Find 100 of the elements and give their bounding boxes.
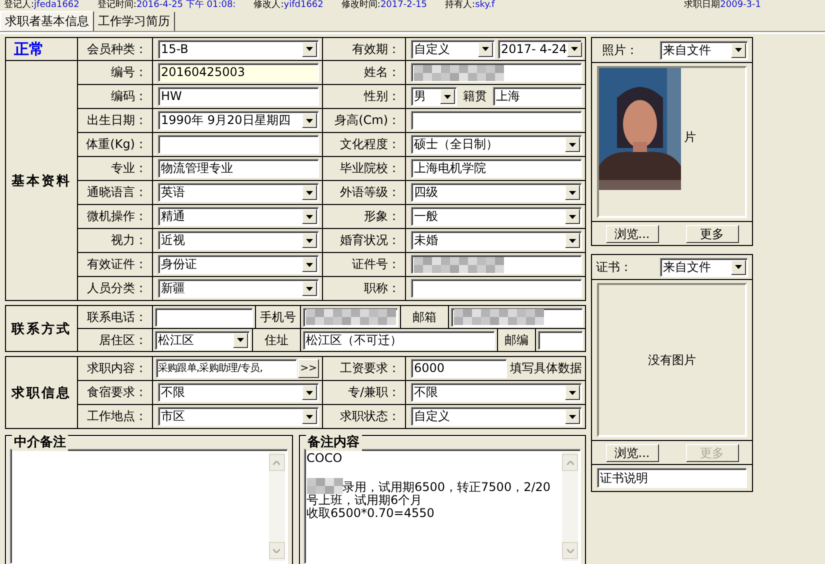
tab[interactable]: 求职者基本信息 xyxy=(0,11,94,31)
dropdown[interactable]: 松江区 xyxy=(155,330,250,350)
input-field[interactable] xyxy=(303,308,398,326)
image-button[interactable]: 更多 xyxy=(686,224,738,242)
dropdown[interactable]: 四级 xyxy=(411,183,582,202)
field-label: 联系电话： xyxy=(78,306,153,329)
image-button[interactable]: 浏览... xyxy=(606,444,658,462)
dropdown[interactable]: 不限 xyxy=(411,383,582,402)
input-field[interactable]: 上海电机学院 xyxy=(411,159,582,178)
dropdown[interactable]: 来自文件 xyxy=(660,258,748,276)
input-field[interactable] xyxy=(411,255,582,274)
field-label: 专/兼职： xyxy=(323,381,406,405)
caret-icon xyxy=(569,390,576,394)
dropdown[interactable]: 未婚 xyxy=(411,231,582,250)
dropdown[interactable]: 一般 xyxy=(411,207,582,226)
caret-icon xyxy=(306,414,313,418)
input-field[interactable] xyxy=(411,279,582,298)
field-label: 工资要求： xyxy=(323,357,406,381)
dropdown-button[interactable] xyxy=(565,385,580,400)
dropdown[interactable]: 近视 xyxy=(158,231,319,250)
field-label: 会员种类： xyxy=(78,38,153,61)
field-label: 证件号： xyxy=(323,253,406,277)
dropdown-button[interactable] xyxy=(565,137,580,152)
input-field[interactable] xyxy=(538,330,583,350)
dropdown-button[interactable] xyxy=(565,185,580,200)
field-label: 有效期： xyxy=(323,38,406,61)
dropdown-button[interactable] xyxy=(302,185,317,200)
group-title: 中介备注 xyxy=(12,433,68,451)
dropdown-button[interactable] xyxy=(302,409,317,424)
dropdown-button[interactable] xyxy=(565,409,580,424)
caret-icon xyxy=(569,142,576,146)
field-label: 毕业院校： xyxy=(323,157,406,181)
info-value: 2017-2-15 xyxy=(380,0,428,10)
dropdown[interactable]: 不限 xyxy=(158,383,319,402)
dropdown[interactable]: 男 xyxy=(411,87,457,106)
field-label: 性别： xyxy=(323,85,406,109)
dropdown-button[interactable] xyxy=(302,113,317,128)
section-title: 求职信息 xyxy=(6,357,78,429)
field-label: 求职内容： xyxy=(78,357,153,381)
dropdown-button[interactable] xyxy=(233,332,248,348)
input-field[interactable]: 松江区（不可迁） xyxy=(303,330,495,350)
field-label: 有效证件： xyxy=(78,253,153,277)
dropdown[interactable]: 自定义 xyxy=(411,40,495,58)
dropdown[interactable]: 精通 xyxy=(158,207,319,226)
text-area[interactable]: COCO 录用，试用期6500，转正7500，2/20号上班，试用期6个月 收取6500*0.70=4550 xyxy=(304,449,581,564)
info-value: sky.f xyxy=(475,0,495,10)
dropdown[interactable]: 自定义 xyxy=(411,407,582,426)
input-field[interactable]: 上海 xyxy=(493,87,582,106)
dropdown-button[interactable] xyxy=(478,42,493,56)
field-label: 食宿要求： xyxy=(78,381,153,405)
caret-icon xyxy=(306,214,313,218)
input-field[interactable]: 20160425003 xyxy=(158,63,319,82)
caret-icon xyxy=(569,238,576,242)
image-button[interactable]: 浏览... xyxy=(606,224,658,242)
dropdown[interactable]: 2017- 4-24 xyxy=(498,40,582,58)
caret-icon xyxy=(569,214,576,218)
empty-image-text: 没有图片 xyxy=(648,352,696,368)
dropdown-button[interactable] xyxy=(302,257,317,272)
field-label: 工作地点： xyxy=(78,405,153,429)
dropdown-button[interactable] xyxy=(731,260,746,274)
dropdown-button[interactable] xyxy=(565,209,580,224)
dropdown[interactable]: 英语 xyxy=(158,183,319,202)
dropdown-button[interactable] xyxy=(566,42,582,56)
field-label: 人员分类： xyxy=(78,277,153,301)
dropdown[interactable]: 新疆 xyxy=(158,279,319,298)
dropdown[interactable]: 硕士（全日制） xyxy=(411,135,582,154)
dropdown[interactable]: 15-B xyxy=(158,40,319,58)
input-field[interactable]: 证书说明 xyxy=(597,468,747,488)
input-field[interactable] xyxy=(411,63,582,82)
input-field[interactable]: HW xyxy=(158,87,319,106)
caret-icon xyxy=(569,414,576,418)
info-value: jfeda1662 xyxy=(34,0,80,10)
input-field[interactable]: 6000 xyxy=(411,359,507,378)
field-label: 通晓语言： xyxy=(78,181,153,205)
dropdown[interactable]: 来自文件 xyxy=(660,40,748,60)
dropdown-button[interactable] xyxy=(302,209,317,224)
more-button[interactable]: >> xyxy=(298,359,319,378)
note-text: 收取6500*0.70=4550 xyxy=(306,507,436,520)
field-label: 邮编 xyxy=(504,332,530,348)
dropdown-button[interactable] xyxy=(731,42,746,58)
input-field[interactable] xyxy=(158,135,319,154)
dropdown-button[interactable] xyxy=(302,233,317,248)
dropdown-button[interactable] xyxy=(302,385,317,400)
dropdown-button[interactable] xyxy=(302,281,317,296)
blurred-text xyxy=(306,478,342,494)
input-field[interactable] xyxy=(451,308,583,326)
dropdown-button[interactable] xyxy=(440,89,455,104)
dropdown[interactable]: 1990年 9月20日星期四 xyxy=(158,111,319,130)
dropdown[interactable]: 身份证 xyxy=(158,255,319,274)
field-label: 体重(Kg)： xyxy=(78,133,153,157)
input-field[interactable] xyxy=(411,111,582,130)
field-label: 住址 xyxy=(264,332,290,348)
dropdown-button[interactable] xyxy=(302,42,317,56)
dropdown[interactable]: 市区 xyxy=(158,407,319,426)
field-label: 照片： xyxy=(602,42,639,58)
input-field[interactable]: 采购跟单,采购助理/专员, xyxy=(156,359,298,378)
input-field[interactable] xyxy=(155,308,253,326)
dropdown-button[interactable] xyxy=(565,233,580,248)
field-label: 出生日期： xyxy=(78,109,153,133)
input-field[interactable]: 物流管理专业 xyxy=(158,159,319,178)
